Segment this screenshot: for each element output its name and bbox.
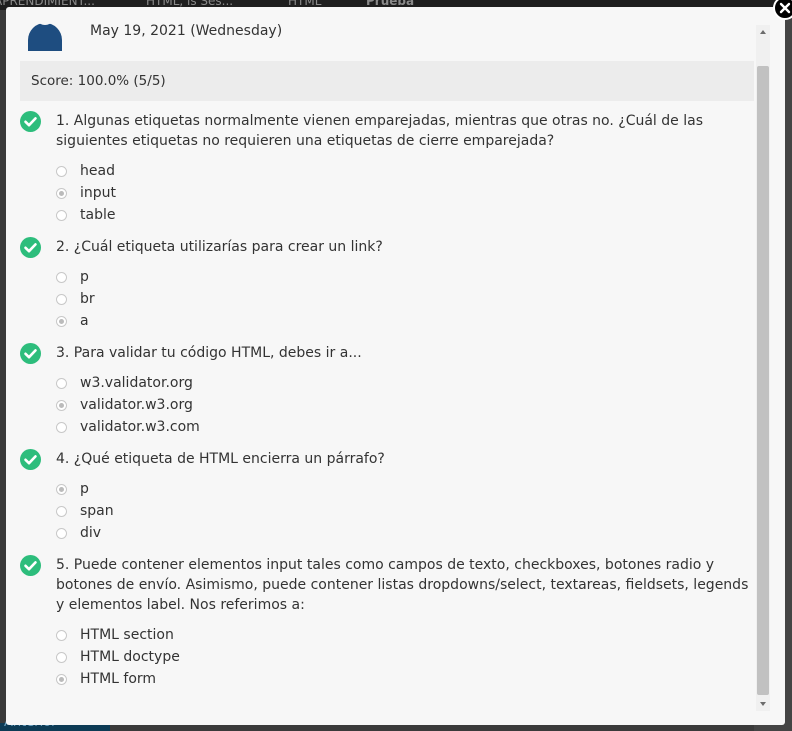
check-circle-icon bbox=[20, 111, 41, 132]
question-1-text: 1. Algunas etiquetas normalmente vienen … bbox=[56, 113, 703, 149]
option-label: table bbox=[80, 207, 116, 223]
option-label: p bbox=[80, 481, 89, 497]
radio-button-selected[interactable] bbox=[56, 400, 67, 411]
radio-button-selected[interactable] bbox=[56, 674, 67, 685]
scrollbar-thumb[interactable] bbox=[757, 66, 769, 695]
radio-button[interactable] bbox=[56, 630, 67, 641]
check-circle-icon bbox=[20, 237, 41, 258]
option-label: HTML form bbox=[80, 671, 157, 687]
radio-button[interactable] bbox=[56, 166, 67, 177]
radio-button-selected[interactable] bbox=[56, 484, 67, 495]
radio-button[interactable] bbox=[56, 272, 67, 283]
option-label: head bbox=[80, 163, 115, 179]
avatar bbox=[22, 17, 66, 51]
option-label: span bbox=[80, 503, 114, 519]
scroll-down-arrow-icon[interactable] bbox=[756, 697, 770, 711]
vertical-scrollbar[interactable] bbox=[756, 25, 770, 711]
question-3-text: 3. Para validar tu código HTML, debes ir… bbox=[56, 345, 362, 361]
check-circle-icon bbox=[20, 555, 41, 576]
option-label: HTML doctype bbox=[80, 649, 180, 665]
check-circle-icon bbox=[20, 343, 41, 364]
question-2-text: 2. ¿Cuál etiqueta utilizarías para crear… bbox=[56, 239, 383, 255]
radio-button[interactable] bbox=[56, 422, 67, 433]
radio-button-selected[interactable] bbox=[56, 316, 67, 327]
result-date: May 19, 2021 (Wednesday) bbox=[90, 23, 283, 39]
option-label: w3.validator.org bbox=[80, 375, 193, 391]
question-5-text: 5. Puede contener elementos input tales … bbox=[56, 557, 749, 613]
radio-button[interactable] bbox=[56, 294, 67, 305]
radio-button[interactable] bbox=[56, 528, 67, 539]
quiz-result-modal: May 19, 2021 (Wednesday) Score: 100.0% (… bbox=[6, 7, 785, 725]
radio-button-selected[interactable] bbox=[56, 188, 67, 199]
option-label: validator.w3.org bbox=[80, 397, 193, 413]
option-label: validator.w3.com bbox=[80, 419, 200, 435]
option-label: div bbox=[80, 525, 102, 541]
check-circle-icon bbox=[20, 449, 41, 470]
scroll-up-arrow-icon[interactable] bbox=[756, 25, 770, 39]
radio-button[interactable] bbox=[56, 652, 67, 663]
option-label: input bbox=[80, 185, 117, 201]
option-label: a bbox=[80, 313, 89, 329]
score-bar: Score: 100.0% (5/5) bbox=[20, 61, 754, 101]
option-label: p bbox=[80, 269, 89, 285]
option-label: br bbox=[80, 291, 95, 307]
option-label: HTML section bbox=[80, 627, 174, 643]
question-4-text: 4. ¿Qué etiqueta de HTML encierra un pár… bbox=[56, 451, 385, 467]
radio-button[interactable] bbox=[56, 506, 67, 517]
radio-button[interactable] bbox=[56, 210, 67, 221]
score-text: Score: 100.0% (5/5) bbox=[31, 73, 166, 89]
radio-button[interactable] bbox=[56, 378, 67, 389]
modal-scroll-content: May 19, 2021 (Wednesday) Score: 100.0% (… bbox=[6, 7, 756, 725]
